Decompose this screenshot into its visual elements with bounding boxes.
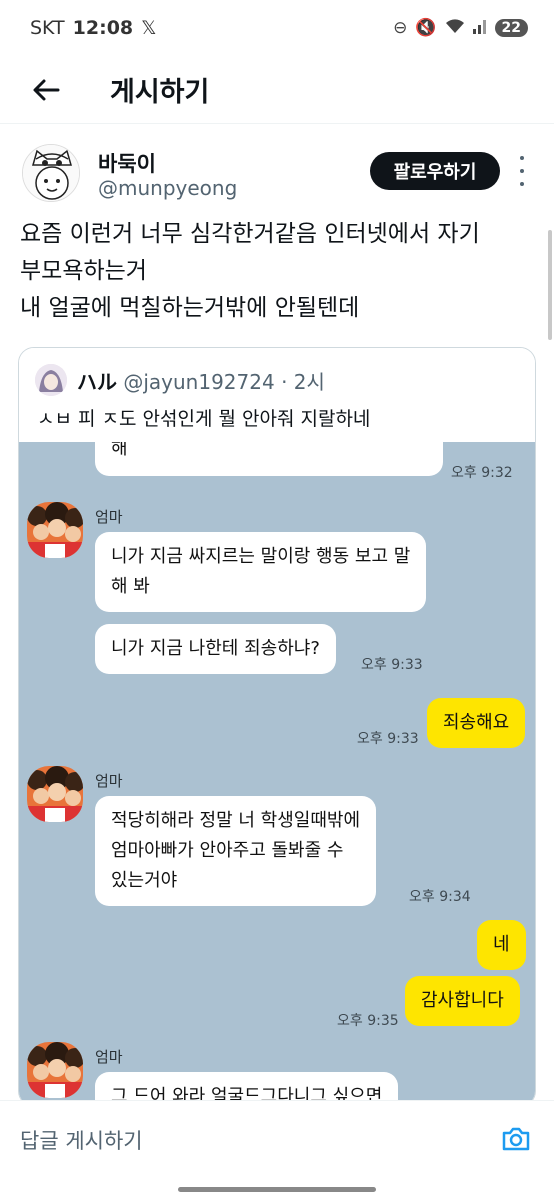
- quoted-post-meta: ハル @jayun192724 · 2시: [77, 366, 325, 395]
- chat-bubble-line: 적당히해라 정말 너 학생일때밖에: [111, 810, 361, 831]
- chat-bubble-text: 감사합니다: [421, 990, 504, 1011]
- back-button[interactable]: [26, 70, 66, 110]
- sender-name: 엄마: [95, 772, 123, 790]
- quoted-post-time: · 2시: [281, 370, 325, 394]
- wifi-icon: [445, 18, 465, 39]
- reply-bar: 답글 게시하기: [0, 1100, 554, 1200]
- quoted-post[interactable]: ハル @jayun192724 · 2시 ㅅㅂ 피 ㅈ도 안섞인게 뭘 안아줘 …: [18, 347, 536, 1107]
- my-chat-bubble: 감사합니다: [405, 976, 520, 1026]
- scrollbar[interactable]: [548, 230, 552, 340]
- chat-bubble-text: 네: [493, 934, 510, 955]
- reply-input[interactable]: 답글 게시하기: [20, 1125, 143, 1155]
- sender-avatar: [27, 502, 83, 558]
- chat-timestamp: 오후 9:33: [357, 731, 419, 747]
- camera-icon: [502, 1127, 530, 1151]
- chat-bubble-text: 해: [111, 442, 128, 459]
- post: 바둑이 @munpyeong 팔로우하기 요즘 이런거 너무 심각한거같음 인터…: [0, 140, 554, 1107]
- chat-timestamp: 오후 9:35: [337, 1013, 399, 1029]
- signal-icon: [472, 18, 487, 39]
- quoted-post-header: ハル @jayun192724 · 2시 ㅅㅂ 피 ㅈ도 안섞인게 뭘 안아줘 …: [19, 348, 535, 442]
- follow-button[interactable]: 팔로우하기: [370, 152, 500, 190]
- chat-timestamp: 오후 9:33: [361, 657, 423, 673]
- home-indicator[interactable]: [178, 1187, 376, 1192]
- app-header: 게시하기: [0, 56, 554, 124]
- carrier-label: SKT: [30, 17, 65, 39]
- status-left: SKT 12:08 𝕏: [30, 17, 156, 39]
- my-chat-bubble: 죄송해요: [427, 698, 526, 748]
- sender-name: 엄마: [95, 1048, 123, 1066]
- author-handle[interactable]: @munpyeong: [98, 176, 237, 200]
- chat-bubble-partial: 해: [95, 442, 443, 476]
- chat-bubble-line: 해 봐: [111, 576, 150, 597]
- post-text-line: 요즘 이런거 너무 심각한거같음 인터넷에서 자기: [20, 221, 480, 247]
- chat-timestamp: 오후 9:34: [409, 889, 471, 905]
- sender-name: 엄마: [95, 508, 123, 526]
- mute-icon: 🔇: [415, 18, 437, 38]
- chat-bubble-text: 니가 지금 나한테 죄송하냐?: [111, 638, 320, 659]
- chat-bubble-line: 니가 지금 싸지르는 말이랑 행동 보고 말: [111, 546, 411, 567]
- author-row: 바둑이 @munpyeong 팔로우하기: [0, 140, 554, 216]
- camera-button[interactable]: [500, 1123, 532, 1155]
- clock: 12:08: [72, 17, 134, 39]
- chat-bubble: 적당히해라 정말 너 학생일때밖에 엄마아빠가 안아주고 돌봐줄 수 있는거야: [95, 796, 377, 906]
- chat-bubble: 니가 지금 싸지르는 말이랑 행동 보고 말 해 봐: [95, 532, 427, 612]
- author-name[interactable]: 바둑이: [98, 148, 156, 178]
- x-logo-icon: 𝕏: [141, 17, 157, 39]
- quoted-post-text: ㅅㅂ 피 ㅈ도 안섞인게 뭘 안아줘 지랄하네: [37, 408, 371, 430]
- back-arrow-icon: [33, 79, 60, 100]
- quoted-author-name: ハル: [77, 370, 117, 394]
- my-chat-bubble: 네: [477, 920, 526, 970]
- chat-bubble-line: 있는거야: [111, 870, 178, 891]
- chat-bubble-text: 죄송해요: [443, 712, 510, 733]
- more-options-icon[interactable]: [512, 156, 532, 186]
- status-bar: SKT 12:08 𝕏 ⊖ 🔇 22: [0, 0, 554, 56]
- post-text: 요즘 이런거 너무 심각한거같음 인터넷에서 자기 부모욕하는거 내 얼굴에 먹…: [20, 216, 540, 327]
- chat-timestamp: 오후 9:32: [451, 465, 513, 481]
- status-right: ⊖ 🔇 22: [393, 18, 528, 39]
- author-avatar[interactable]: [22, 144, 80, 202]
- battery-indicator: 22: [494, 19, 528, 37]
- page-title: 게시하기: [110, 77, 210, 108]
- do-not-disturb-icon: ⊖: [393, 18, 408, 38]
- chat-screenshot: 해 오후 9:32 엄마 니가 지금 싸지르는 말이랑 행동 보고 말 해 봐 …: [19, 442, 535, 1106]
- chat-bubble: 니가 지금 나한테 죄송하냐?: [95, 624, 336, 674]
- sender-avatar: [27, 766, 83, 822]
- chat-bubble-line: 엄마아빠가 안아주고 돌봐줄 수: [111, 840, 344, 861]
- quoted-author-avatar: [35, 364, 67, 396]
- quoted-author-handle: @jayun192724: [123, 370, 275, 394]
- post-text-line: 부모욕하는거: [20, 258, 147, 284]
- post-text-line: 내 얼굴에 먹칠하는거밖에 안될텐데: [20, 295, 360, 321]
- sender-avatar: [27, 1042, 83, 1098]
